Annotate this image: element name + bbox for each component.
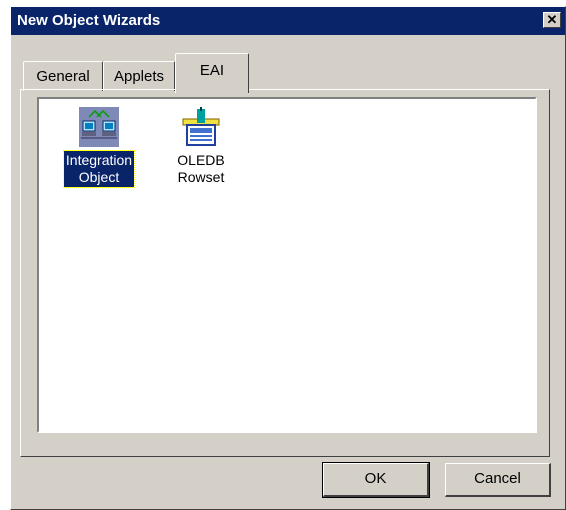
ok-button-label: OK bbox=[364, 470, 387, 487]
wizard-list[interactable]: Integration Object OLEDB Rowset bbox=[37, 97, 537, 433]
tab-applets-label: Applets bbox=[113, 68, 165, 85]
tab-applets[interactable]: Applets bbox=[103, 61, 175, 91]
integration-object-icon bbox=[79, 107, 119, 147]
tab-general[interactable]: General bbox=[23, 61, 103, 91]
close-button[interactable]: ✕ bbox=[543, 12, 561, 28]
oledb-rowset-icon bbox=[182, 107, 220, 146]
item-label-integration-object: Integration Object bbox=[62, 150, 136, 188]
title-bar[interactable]: New Object Wizards ✕ bbox=[11, 7, 565, 35]
list-item-integration-object[interactable]: Integration Object bbox=[51, 107, 147, 188]
tab-general-label: General bbox=[36, 68, 90, 85]
cancel-button-label: Cancel bbox=[474, 470, 521, 487]
close-icon: ✕ bbox=[546, 12, 558, 27]
item-label-oledb-rowset: OLEDB Rowset bbox=[177, 152, 225, 185]
tab-eai-label: EAI bbox=[199, 62, 225, 79]
window-title: New Object Wizards bbox=[17, 12, 161, 29]
list-item-oledb-rowset[interactable]: OLEDB Rowset bbox=[153, 107, 249, 187]
tab-eai[interactable]: EAI bbox=[175, 53, 249, 93]
ok-button[interactable]: OK bbox=[322, 462, 430, 498]
cancel-button[interactable]: Cancel bbox=[445, 463, 551, 497]
wizard-window: New Object Wizards ✕ General Applets EAI bbox=[10, 6, 566, 510]
